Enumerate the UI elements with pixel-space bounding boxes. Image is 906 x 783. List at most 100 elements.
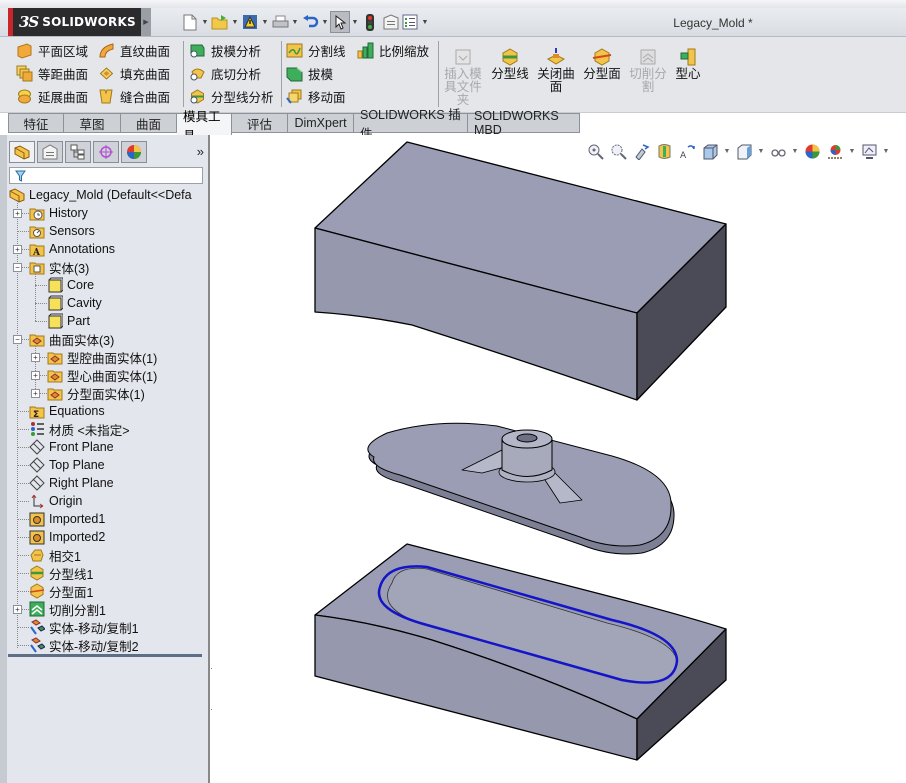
tree-item[interactable]: Part — [47, 312, 90, 330]
graphics-area[interactable]: A ▼ ▼ ▼ ▼ ▼ — [212, 135, 906, 783]
collapse-node-button[interactable]: − — [13, 263, 22, 272]
shut-off-surface-button[interactable]: 关闭曲 面 — [535, 48, 577, 94]
parting-line-analysis-button[interactable]: 分型线分析 — [189, 86, 274, 106]
tab-features[interactable]: 特征 — [8, 113, 64, 133]
tree-item[interactable]: 实体-移动/复制1 — [29, 618, 139, 636]
property-manager-tab[interactable] — [37, 141, 63, 163]
tree-item-label: History — [49, 206, 88, 220]
tree-filter-input[interactable] — [9, 167, 203, 184]
tree-connector — [17, 591, 29, 592]
property-manager-icon — [42, 144, 58, 160]
configuration-manager-tab[interactable] — [65, 141, 91, 163]
tree-item[interactable]: 分型线1 — [29, 564, 93, 582]
plane-icon — [29, 475, 45, 491]
fill-surface-icon — [99, 66, 114, 80]
tree-item[interactable]: 材质 <未指定> — [29, 420, 130, 438]
tree-item[interactable]: Origin — [29, 492, 82, 510]
parting-surface-button[interactable]: 分型面 — [581, 48, 623, 81]
planar-surface-label: 平面区域 — [38, 44, 89, 59]
undercut-analysis-button[interactable]: 底切分析 — [189, 63, 274, 83]
expand-node-button[interactable]: + — [13, 209, 22, 218]
draft-button[interactable]: 拔模 — [286, 63, 346, 83]
expand-node-button[interactable]: + — [31, 353, 40, 362]
core-body[interactable] — [314, 543, 727, 761]
tree-item[interactable]: 分型面实体(1) — [47, 384, 145, 402]
tab-sketch[interactable]: 草图 — [64, 113, 121, 133]
ruled-surface-button[interactable]: 直纹曲面 — [98, 40, 170, 60]
imported-feature-icon — [29, 512, 45, 527]
planar-surface-button[interactable]: 平面区域 — [16, 40, 88, 60]
move-face-button[interactable]: 移动面 — [286, 86, 346, 106]
tree-item[interactable]: 分型面1 — [29, 582, 93, 600]
tree-item[interactable]: Right Plane — [29, 474, 114, 492]
expand-node-button[interactable]: + — [31, 371, 40, 380]
tree-item-label: 相交1 — [49, 549, 81, 564]
tree-root-part[interactable]: Legacy_Mold (Default<<Defa — [9, 186, 192, 204]
tree-item[interactable]: 实体(3) — [29, 258, 89, 276]
tab-dimxpert[interactable]: DimXpert — [288, 113, 354, 133]
knit-surface-button[interactable]: 缝合曲面 — [98, 86, 170, 106]
tree-item[interactable]: Imported1 — [29, 510, 105, 528]
parting-line-analysis-label: 分型线分析 — [211, 90, 274, 105]
tree-item[interactable]: 实体-移动/复制2 — [29, 636, 139, 654]
tab-solidworks-mbd[interactable]: SOLIDWORKS MBD — [468, 109, 580, 137]
tree-item[interactable]: History — [29, 204, 88, 222]
cavity-body[interactable] — [314, 141, 727, 401]
tree-item[interactable]: Σ Equations — [29, 402, 105, 420]
surface-tools-column-2: 直纹曲面 填充曲面 缝合曲面 — [98, 40, 170, 106]
core-icon — [680, 48, 696, 66]
tree-item[interactable]: Top Plane — [29, 456, 105, 474]
tab-solidworks-addins[interactable]: SOLIDWORKS 插件 — [354, 108, 468, 141]
split-line-button[interactable]: 分割线 — [286, 40, 346, 60]
expand-node-button[interactable]: + — [13, 605, 22, 614]
dimxpert-manager-icon — [99, 145, 113, 159]
tree-item[interactable]: Front Plane — [29, 438, 114, 456]
tooling-split-button[interactable]: 切削分 割 — [627, 48, 669, 94]
shut-off-surface-label-2: 面 — [549, 80, 563, 94]
parting-line-button[interactable]: 分型线 — [489, 48, 531, 81]
draft-analysis-label: 拔模分析 — [211, 44, 262, 59]
ruled-surface-label: 直纹曲面 — [120, 44, 171, 59]
fill-surface-button[interactable]: 填充曲面 — [98, 63, 170, 83]
model-scene[interactable] — [212, 135, 906, 783]
draft-analysis-button[interactable]: 拔模分析 — [189, 40, 274, 60]
sensors-folder-icon — [29, 226, 45, 239]
tab-label: SOLIDWORKS MBD — [474, 109, 559, 137]
insert-mold-folder-button[interactable]: 插入模 具文件 夹 — [442, 48, 484, 107]
tree-item[interactable]: 型腔曲面实体(1) — [47, 348, 157, 366]
offset-surface-button[interactable]: 等距曲面 — [16, 63, 88, 83]
core-button[interactable]: 型心 — [667, 48, 709, 81]
feature-manager-tab[interactable] — [9, 141, 35, 163]
dimxpert-manager-tab[interactable] — [93, 141, 119, 163]
tree-item[interactable]: Sensors — [29, 222, 95, 240]
rollback-bar[interactable] — [8, 654, 202, 657]
tree-item[interactable]: 曲面实体(3) — [29, 330, 114, 348]
tree-item[interactable]: Core — [47, 276, 94, 294]
tab-mold-tools[interactable]: 模具工具 — [177, 110, 232, 143]
intersect-icon — [30, 549, 44, 562]
parting-line-feature-icon — [30, 565, 44, 581]
expand-node-button[interactable]: + — [31, 389, 40, 398]
tree-item-label: Part — [67, 314, 90, 328]
tree-connector — [17, 501, 29, 502]
tree-item-label: Origin — [49, 494, 83, 508]
tab-surfaces[interactable]: 曲面 — [121, 113, 177, 133]
display-manager-tab[interactable] — [121, 141, 147, 163]
expand-node-button[interactable]: + — [13, 245, 22, 254]
tab-label: 曲面 — [135, 117, 161, 132]
tree-connector — [17, 447, 29, 448]
tree-item[interactable]: Imported2 — [29, 528, 105, 546]
expand-panel-button[interactable]: » — [197, 144, 204, 159]
molded-part-body[interactable] — [367, 422, 675, 555]
tree-item[interactable]: Cavity — [47, 294, 102, 312]
scale-button[interactable]: 比例缩放 — [357, 40, 429, 60]
tree-item[interactable]: 相交1 — [29, 546, 81, 564]
tree-item[interactable]: A Annotations — [29, 240, 115, 258]
tab-evaluate[interactable]: 评估 — [232, 113, 288, 133]
tree-item[interactable]: 型心曲面实体(1) — [47, 366, 157, 384]
collapse-node-button[interactable]: − — [13, 335, 22, 344]
extend-surface-button[interactable]: 延展曲面 — [16, 86, 88, 106]
feature-manager-panel: » Legacy_Mold (Default<<Defa + History Sen… — [0, 135, 219, 783]
tree-item-label: Core — [67, 278, 95, 292]
tree-item[interactable]: 切削分割1 — [29, 600, 106, 618]
